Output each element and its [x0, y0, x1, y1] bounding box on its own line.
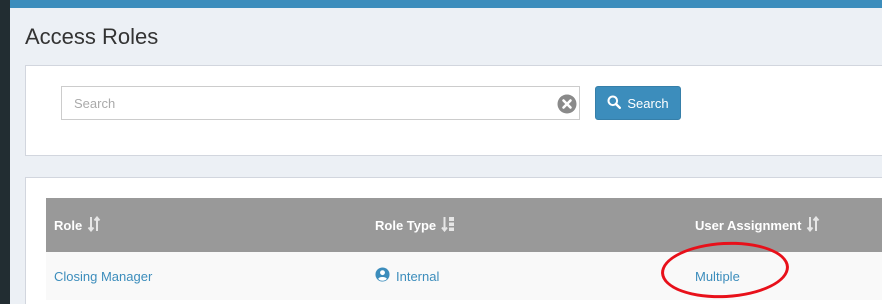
role-name-link[interactable]: Closing Manager — [54, 252, 152, 300]
column-header-role[interactable]: Role — [54, 198, 101, 252]
sort-icon — [87, 215, 101, 235]
column-header-user-assignment-label: User Assignment — [695, 217, 802, 233]
search-button-label: Search — [627, 95, 669, 111]
sort-icon — [806, 215, 820, 235]
search-panel: Search — [25, 65, 882, 156]
column-header-role-type[interactable]: Role Type — [375, 198, 455, 252]
column-header-role-label: Role — [54, 217, 83, 233]
column-header-user-assignment[interactable]: User Assignment — [695, 198, 820, 252]
top-header-bar — [10, 0, 882, 8]
role-type-cell: Internal — [375, 252, 439, 300]
search-field — [61, 86, 580, 120]
user-circle-icon — [375, 267, 390, 285]
search-button[interactable]: Search — [595, 86, 681, 120]
page-title: Access Roles — [25, 24, 159, 49]
clear-search-icon[interactable] — [557, 94, 577, 114]
roles-table-panel: Role Role Type User Assignment Closing M… — [25, 177, 882, 304]
role-type-label: Internal — [396, 268, 440, 284]
sidebar-edge — [0, 0, 10, 304]
table-row: Closing Manager Internal Multiple — [46, 252, 882, 300]
column-header-role-type-label: Role Type — [375, 217, 437, 233]
user-assignment-link[interactable]: Multiple — [695, 252, 740, 300]
table-header: Role Role Type User Assignment — [46, 198, 882, 252]
search-input[interactable] — [62, 87, 579, 119]
sort-alpha-icon — [441, 216, 455, 235]
search-icon — [607, 95, 622, 112]
